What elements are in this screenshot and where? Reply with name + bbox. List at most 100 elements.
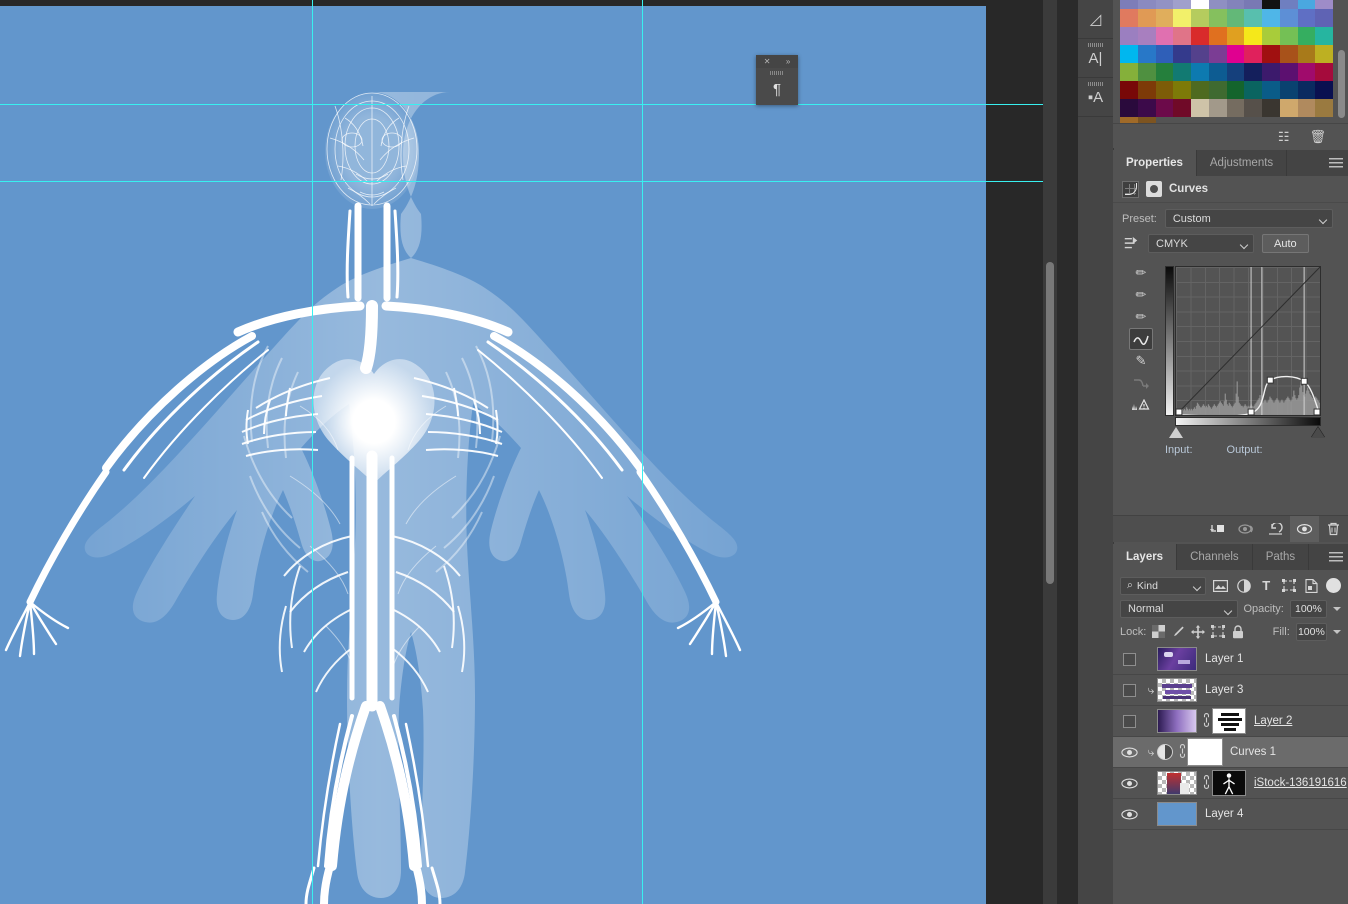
layer-row[interactable]: Layer 4 xyxy=(1113,799,1348,830)
color-swatch[interactable] xyxy=(1279,27,1298,45)
delete-adjustment-layer-icon[interactable] xyxy=(1319,516,1348,542)
filter-smart-object-icon[interactable] xyxy=(1303,576,1320,595)
layer-list[interactable]: Layer 1 ⤷ Layer 3 Layer 2 ⤷ Curves 1 iStock-13… xyxy=(1113,644,1348,830)
color-swatch[interactable] xyxy=(1279,0,1298,9)
color-swatch[interactable] xyxy=(1297,81,1316,99)
libraries-panel-icon[interactable]: ◿ xyxy=(1078,0,1113,39)
white-point-eyedropper-tool[interactable]: ✏ xyxy=(1129,306,1153,328)
filter-shape-layers-icon[interactable] xyxy=(1281,576,1298,595)
color-swatch[interactable] xyxy=(1173,99,1191,117)
color-swatch[interactable] xyxy=(1208,27,1227,45)
lock-all-icon[interactable] xyxy=(1231,623,1244,641)
document-vertical-scrollbar[interactable] xyxy=(1043,0,1057,904)
color-swatch[interactable] xyxy=(1279,63,1298,81)
color-swatch[interactable] xyxy=(1208,81,1227,99)
pencil-draw-tool[interactable]: ✎ xyxy=(1129,350,1153,372)
layer-visibility-eye-icon[interactable] xyxy=(1113,799,1145,829)
color-swatch[interactable] xyxy=(1244,81,1262,99)
color-swatch[interactable] xyxy=(1244,99,1262,117)
tab-paths[interactable]: Paths xyxy=(1252,544,1310,570)
tab-channels[interactable]: Channels xyxy=(1177,544,1253,570)
color-swatch[interactable] xyxy=(1315,9,1333,27)
panel-menu-icon[interactable] xyxy=(1329,552,1343,562)
color-swatch[interactable] xyxy=(1191,45,1209,63)
layer-row[interactable]: Layer 2 xyxy=(1113,706,1348,737)
color-swatch[interactable] xyxy=(1120,9,1138,27)
color-swatch[interactable] xyxy=(1173,9,1191,27)
color-swatch[interactable] xyxy=(1297,63,1316,81)
color-swatch[interactable] xyxy=(1297,99,1316,117)
color-swatch[interactable] xyxy=(1226,99,1245,117)
layer-visibility-checkbox[interactable] xyxy=(1113,706,1145,736)
black-point-eyedropper-tool[interactable]: ✏ xyxy=(1129,284,1153,306)
pilcrow-icon[interactable]: ¶ xyxy=(756,75,798,103)
color-swatch[interactable] xyxy=(1208,9,1227,27)
color-swatch[interactable] xyxy=(1191,99,1209,117)
document-scrollbar-thumb[interactable] xyxy=(1046,262,1054,584)
color-swatch[interactable] xyxy=(1226,27,1245,45)
channel-select[interactable]: CMYK xyxy=(1148,234,1254,253)
visibility-checkbox[interactable] xyxy=(1122,652,1136,666)
tab-layers[interactable]: Layers xyxy=(1113,544,1178,570)
vertical-guide-2[interactable] xyxy=(642,0,643,904)
color-swatch[interactable] xyxy=(1226,9,1245,27)
fill-input[interactable]: 100% xyxy=(1295,622,1328,641)
color-swatch[interactable] xyxy=(1191,81,1209,99)
color-swatch[interactable] xyxy=(1173,0,1191,9)
fill-chevron-down-icon[interactable] xyxy=(1333,629,1342,634)
color-swatch[interactable] xyxy=(1120,99,1138,117)
color-swatch[interactable] xyxy=(1244,0,1262,9)
filter-enable-toggle[interactable] xyxy=(1325,578,1341,593)
horizontal-guide-1[interactable] xyxy=(0,104,1057,105)
color-swatch[interactable] xyxy=(1244,27,1262,45)
layer-mask-icon[interactable] xyxy=(1146,181,1162,197)
layer-row[interactable]: Layer 1 xyxy=(1113,644,1348,675)
color-swatch[interactable] xyxy=(1244,45,1262,63)
layer-thumbnail[interactable] xyxy=(1157,678,1197,702)
color-swatch[interactable] xyxy=(1297,9,1316,27)
color-swatch[interactable] xyxy=(1137,63,1156,81)
color-swatch[interactable] xyxy=(1315,45,1333,63)
layer-visibility-eye-icon[interactable] xyxy=(1113,737,1145,767)
layer-visibility-eye-icon[interactable] xyxy=(1113,768,1145,798)
color-swatch[interactable] xyxy=(1155,45,1174,63)
color-swatch[interactable] xyxy=(1137,0,1156,9)
color-swatch[interactable] xyxy=(1297,45,1316,63)
layer-name[interactable]: Curves 1 xyxy=(1230,746,1276,758)
color-swatch[interactable] xyxy=(1226,63,1245,81)
sample-in-image-eyedropper-tool[interactable]: ✏ xyxy=(1129,262,1153,284)
color-swatch[interactable] xyxy=(1315,63,1333,81)
filter-pixel-layers-icon[interactable] xyxy=(1212,576,1229,595)
color-swatch[interactable] xyxy=(1315,81,1333,99)
color-swatch[interactable] xyxy=(1315,0,1333,9)
curves-plot[interactable] xyxy=(1175,266,1321,416)
color-swatch[interactable] xyxy=(1173,63,1191,81)
color-swatch[interactable] xyxy=(1226,81,1245,99)
view-previous-state-icon[interactable] xyxy=(1232,516,1261,542)
color-swatch[interactable] xyxy=(1155,9,1174,27)
color-swatch[interactable] xyxy=(1137,9,1156,27)
layer-thumbnail[interactable] xyxy=(1157,771,1197,795)
character-panel-icon[interactable]: A| xyxy=(1078,39,1113,78)
delete-swatch-icon[interactable]: 🗑 xyxy=(1309,130,1326,143)
swatch-grid[interactable] xyxy=(1120,0,1333,135)
curve-point-tool[interactable] xyxy=(1129,328,1153,350)
color-swatch[interactable] xyxy=(1137,27,1156,45)
color-swatch[interactable] xyxy=(1120,0,1138,9)
layer-name[interactable]: Layer 3 xyxy=(1205,684,1243,696)
color-swatch[interactable] xyxy=(1120,81,1138,99)
curves-graph[interactable] xyxy=(1165,266,1325,438)
color-swatch[interactable] xyxy=(1262,27,1280,45)
expand-panels-icon[interactable]: » xyxy=(786,57,790,66)
color-swatch[interactable] xyxy=(1262,0,1280,9)
lock-position-icon[interactable] xyxy=(1191,623,1206,641)
swatches-scrollbar[interactable] xyxy=(1338,50,1345,118)
color-swatch[interactable] xyxy=(1155,63,1174,81)
color-swatch[interactable] xyxy=(1315,99,1333,117)
visibility-checkbox[interactable] xyxy=(1122,683,1136,697)
opacity-input[interactable]: 100% xyxy=(1289,599,1327,618)
visibility-checkbox[interactable] xyxy=(1122,714,1136,728)
color-swatch[interactable] xyxy=(1208,45,1227,63)
clip-to-layer-icon[interactable] xyxy=(1203,516,1232,542)
layer-visibility-checkbox[interactable] xyxy=(1113,644,1145,674)
